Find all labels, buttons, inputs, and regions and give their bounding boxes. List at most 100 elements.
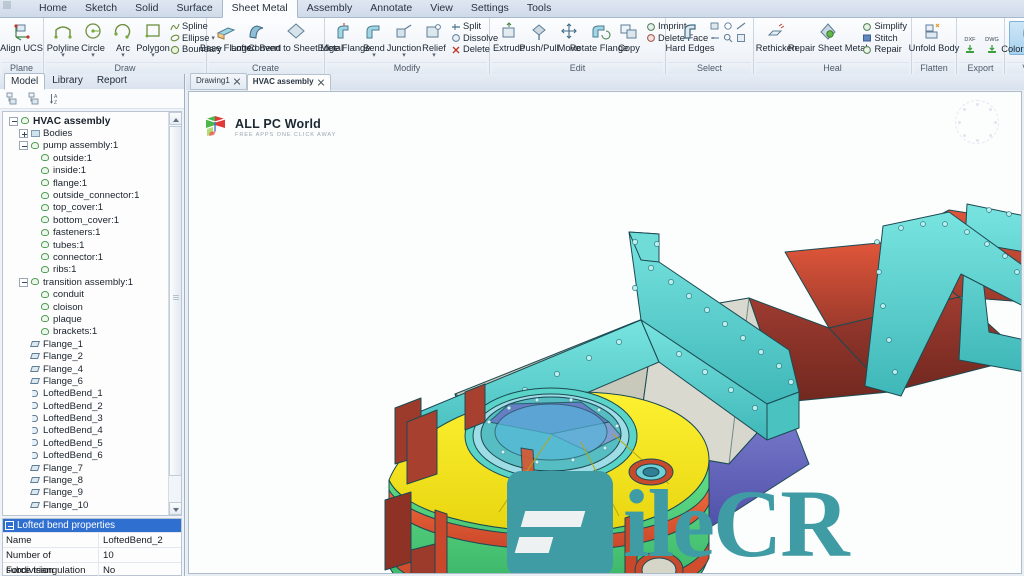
select-loop-icon[interactable] [723,21,734,31]
tree-item[interactable]: tubes:1 [5,239,168,251]
tree-item[interactable]: outside_connector:1 [5,189,168,201]
tree-expander-icon[interactable] [9,116,18,126]
property-value[interactable]: No [99,563,181,576]
tree-item[interactable]: plaque [5,313,168,325]
scroll-down-arrow[interactable] [169,502,181,515]
tree-item[interactable]: bottom_cover:1 [5,214,168,226]
unfold-body-button[interactable]: Unfold Body [909,21,959,53]
ribbon-tab-tools[interactable]: Tools [518,0,561,17]
junction-button[interactable]: Junction ▾ [387,21,421,59]
zoom-select-icon[interactable] [723,33,734,43]
tree-item[interactable]: Flange_6 [5,375,168,387]
tree-item[interactable]: cloison [5,301,168,313]
repair-button[interactable]: Repair [862,44,907,56]
property-row-triangulation[interactable]: Force triangulation No [3,562,181,576]
tree-item[interactable]: transition assembly:1 [5,276,168,288]
export-dxf-button[interactable]: DXF [961,37,979,54]
tree-item[interactable]: LoftedBend_5 [5,437,168,449]
tree-item[interactable]: Flange_2 [5,350,168,362]
panel-tab-report[interactable]: Report [90,72,134,89]
rotate-flange-button[interactable]: Rotate Flange [570,21,628,53]
arc-button[interactable]: Arc ▾ [108,21,138,59]
panel-tab-model[interactable]: Model [4,73,46,90]
property-row-subdivision[interactable]: Number of subdivision 10 [3,547,181,576]
relief-dropdown-icon[interactable]: ▾ [432,52,436,59]
property-value[interactable]: LoftedBend_2 [99,533,181,547]
tree-item[interactable]: LoftedBend_1 [5,388,168,400]
tree-item[interactable]: Flange_7 [5,462,168,474]
tree-item[interactable]: LoftedBend_3 [5,412,168,424]
repair-sheet-metal-button[interactable]: Repair Sheet Metal [788,21,867,53]
hard-edges-button[interactable]: Hard Edges [665,21,715,53]
convert-sheet-metal-button[interactable]: Convert to Sheet Metal [248,21,343,53]
relief-button[interactable]: Relief ▾ [419,21,449,59]
tree-expander-icon[interactable] [19,277,28,287]
tree-expander-icon[interactable] [19,141,28,151]
select-chain-icon[interactable] [710,33,721,43]
ribbon-tab-sketch[interactable]: Sketch [76,0,126,17]
model-tree-scrollbar[interactable] [168,112,181,515]
property-value[interactable]: 10 [99,548,181,562]
tree-item[interactable]: Flange_8 [5,474,168,486]
select-body-icon[interactable] [736,33,747,43]
bend-button[interactable]: Bend ▾ [359,21,389,59]
tree-item[interactable]: HVAC assembly [5,115,168,127]
push-pull-button[interactable]: Push/Pull [519,21,559,53]
tree-item[interactable]: inside:1 [5,165,168,177]
polyline-dropdown-icon[interactable]: ▾ [61,52,65,59]
sort-az-icon[interactable]: A Z [50,92,65,106]
collapse-tree-icon[interactable] [6,92,21,106]
properties-header[interactable]: Lofted bend properties [3,519,181,532]
circle-dropdown-icon[interactable]: ▾ [91,52,95,59]
document-tab-hvac-assembly[interactable]: HVAC assembly [246,74,331,91]
polyline-button[interactable]: Polyline ▾ [47,21,79,59]
ribbon-tab-assembly[interactable]: Assembly [298,0,362,17]
select-faces-icon[interactable] [710,21,721,31]
tree-expander-icon[interactable] [19,129,28,139]
polygon-dropdown-icon[interactable]: ▾ [151,52,155,59]
tree-item[interactable]: connector:1 [5,251,168,263]
tree-item[interactable]: Flange_10 [5,499,168,511]
model-tree[interactable]: HVAC assembly Bodies pump assembly:1 outsid… [3,112,168,515]
window-menu-icon[interactable] [3,1,11,9]
3d-viewport[interactable]: ALL PC World FREE APPS ONE CLICK AWAY il… [188,91,1022,574]
close-icon[interactable] [233,77,241,85]
ribbon-tab-solid[interactable]: Solid [126,0,167,17]
polygon-button[interactable]: Polygon ▾ [136,21,170,59]
panel-tab-library[interactable]: Library [45,72,90,89]
tree-item[interactable]: top_cover:1 [5,202,168,214]
ribbon-tab-annotate[interactable]: Annotate [361,0,421,17]
bend-dropdown-icon[interactable]: ▾ [372,52,376,59]
ribbon-tab-home[interactable]: Home [30,0,76,17]
simplify-button[interactable]: Simplify [862,21,907,33]
document-tab-drawing1[interactable]: Drawing1 [190,73,247,90]
color-features-button[interactable]: Color Features [1001,21,1024,55]
ribbon-tab-surface[interactable]: Surface [167,0,221,17]
tree-item[interactable]: ribs:1 [5,264,168,276]
export-dwg-button[interactable]: DWG [983,37,1001,54]
tree-item[interactable]: brackets:1 [5,326,168,338]
tree-item[interactable]: outside:1 [5,152,168,164]
property-row-name[interactable]: Name LoftedBend_2 [3,532,181,547]
close-icon[interactable] [317,78,325,86]
select-edges-icon[interactable] [736,21,747,31]
expand-tree-icon[interactable] [28,92,43,106]
tree-item[interactable]: pump assembly:1 [5,140,168,152]
copy-button[interactable]: Copy [614,21,644,53]
stitch-button[interactable]: Stitch [862,33,907,45]
circle-button[interactable]: Circle ▾ [78,21,108,59]
scrollbar-thumb[interactable] [169,126,181,476]
arc-dropdown-icon[interactable]: ▾ [121,52,125,59]
tree-item[interactable]: LoftedBend_6 [5,450,168,462]
properties-collapse-icon[interactable] [5,521,14,530]
scroll-up-arrow[interactable] [169,112,181,125]
tree-item[interactable]: LoftedBend_4 [5,425,168,437]
ribbon-tab-view[interactable]: View [421,0,462,17]
tree-item[interactable]: flange:1 [5,177,168,189]
align-ucs-button[interactable]: Align UCS [0,21,43,53]
tree-item[interactable]: conduit [5,288,168,300]
tree-item[interactable]: Flange_9 [5,487,168,499]
ribbon-tab-sheet-metal[interactable]: Sheet Metal [221,0,298,18]
tree-item[interactable]: Flange_1 [5,338,168,350]
tree-item[interactable]: fasteners:1 [5,227,168,239]
